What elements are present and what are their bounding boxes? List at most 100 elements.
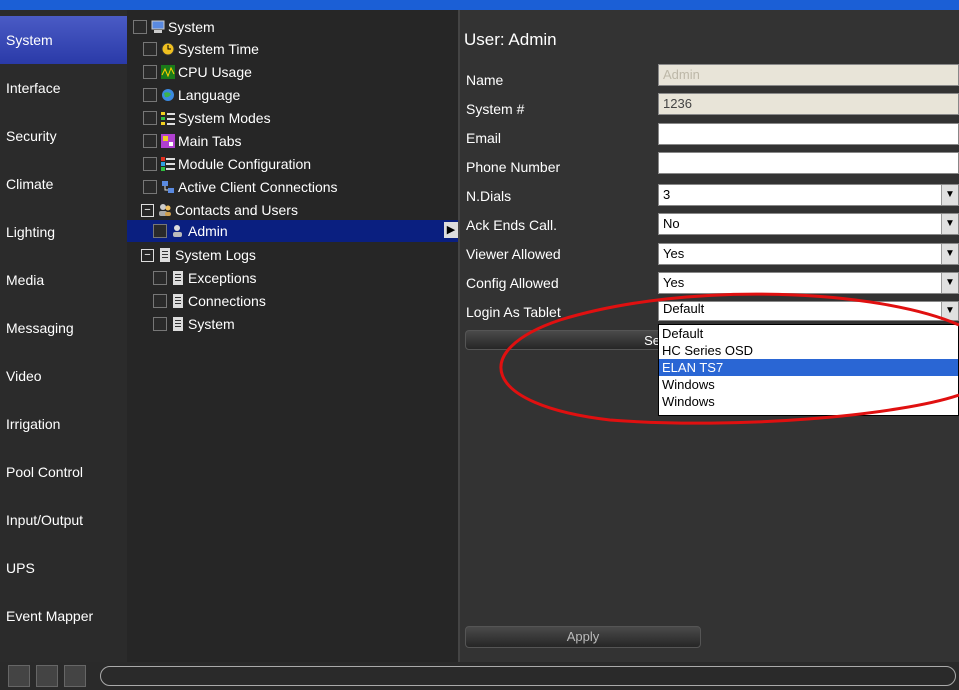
tree-item-system-log[interactable]: System	[153, 313, 235, 335]
modes-list-icon	[161, 111, 175, 125]
cpu-graph-icon	[161, 65, 175, 79]
collapse-icon[interactable]: −	[141, 248, 154, 262]
tree-item-label: System Modes	[178, 110, 271, 126]
tree-item-module-configuration[interactable]: Module Configuration	[143, 153, 311, 175]
tree-checkbox[interactable]	[153, 317, 167, 331]
dropdown-arrow-icon[interactable]: ▼	[941, 273, 958, 293]
nav-item-climate[interactable]: Climate	[0, 160, 127, 208]
tree-checkbox[interactable]	[143, 134, 157, 148]
phone-number-field[interactable]	[658, 152, 959, 174]
tree-item-main-tabs[interactable]: Main Tabs	[143, 130, 242, 152]
dropdown-arrow-icon[interactable]: ▼	[941, 214, 958, 234]
dropdown-option-highlighted[interactable]: ELAN TS7	[659, 359, 958, 376]
system-number-field[interactable]: 1236	[658, 93, 959, 115]
dropdown-option[interactable]: Default	[659, 325, 958, 342]
tree-item-system[interactable]: System	[133, 16, 215, 38]
tree-item-label: Connections	[188, 293, 266, 309]
nav-item-messaging[interactable]: Messaging	[0, 304, 127, 352]
tree-checkbox[interactable]	[143, 42, 157, 56]
tree-checkbox[interactable]	[133, 20, 147, 34]
phone-number-label: Phone Number	[466, 159, 561, 175]
nav-item-event-mapper[interactable]: Event Mapper	[0, 592, 127, 640]
ack-ends-call-select[interactable]: No ▼	[658, 213, 959, 235]
tree-item-system-logs[interactable]: − System Logs	[141, 244, 256, 266]
bottom-cell[interactable]	[8, 665, 30, 687]
collapse-icon[interactable]: −	[141, 203, 154, 217]
tree-item-label: Admin	[188, 223, 228, 239]
config-allowed-label: Config Allowed	[466, 275, 559, 291]
log-document-icon	[171, 294, 185, 308]
tree-item-label: CPU Usage	[178, 64, 252, 80]
nav-item-irrigation[interactable]: Irrigation	[0, 400, 127, 448]
tree-item-system-time[interactable]: System Time	[143, 38, 259, 60]
nav-item-video[interactable]: Video	[0, 352, 127, 400]
nav-item-input-output[interactable]: Input/Output	[0, 496, 127, 544]
main-nav: System Interface Security Climate Lighti…	[0, 10, 127, 662]
tree-item-cpu-usage[interactable]: CPU Usage	[143, 61, 252, 83]
tree-item-active-client-connections[interactable]: Active Client Connections	[143, 176, 338, 198]
ack-value: No	[663, 216, 680, 231]
config-tree: System System Time CPU Usage Language Sy…	[127, 10, 460, 662]
tree-item-label: System Time	[178, 41, 259, 57]
tree-item-label: System	[168, 19, 215, 35]
horizontal-scrollbar[interactable]	[100, 666, 956, 686]
tabs-icon	[161, 134, 175, 148]
dropdown-arrow-icon[interactable]: ▼	[941, 244, 958, 264]
tree-checkbox[interactable]	[143, 111, 157, 125]
log-document-icon	[171, 271, 185, 285]
login-as-tablet-label: Login As Tablet	[466, 304, 561, 320]
dropdown-arrow-icon[interactable]: ▼	[941, 302, 958, 320]
globe-icon	[161, 88, 175, 102]
users-icon	[158, 203, 172, 217]
apply-button[interactable]: Apply	[465, 626, 701, 648]
computer-icon	[151, 20, 165, 34]
tree-item-label: Language	[178, 87, 241, 103]
bottom-bar	[0, 662, 959, 690]
name-label: Name	[466, 72, 504, 88]
nav-item-ups[interactable]: UPS	[0, 544, 127, 592]
viewer-value: Yes	[663, 246, 685, 261]
tree-item-exceptions[interactable]: Exceptions	[153, 267, 256, 289]
tree-item-admin[interactable]: Admin ▶	[127, 220, 458, 242]
tree-checkbox[interactable]	[153, 294, 167, 308]
login-value: Default	[663, 301, 705, 316]
nav-item-interface[interactable]: Interface	[0, 64, 127, 112]
config-allowed-select[interactable]: Yes ▼	[658, 272, 959, 294]
dropdown-option[interactable]: HC Series OSD	[659, 342, 958, 359]
dropdown-option[interactable]: Windows	[659, 376, 958, 393]
nav-item-security[interactable]: Security	[0, 112, 127, 160]
send-button[interactable]: Se	[465, 330, 665, 350]
login-as-tablet-options: Default HC Series OSD ELAN TS7 Windows W…	[658, 324, 959, 416]
tree-item-label: System	[188, 316, 235, 332]
tree-item-contacts-and-users[interactable]: − Contacts and Users	[141, 199, 298, 221]
tree-checkbox[interactable]	[143, 157, 157, 171]
bottom-cell[interactable]	[36, 665, 58, 687]
bottom-cell[interactable]	[64, 665, 86, 687]
tree-checkbox[interactable]	[143, 65, 157, 79]
viewer-allowed-label: Viewer Allowed	[466, 246, 561, 262]
dropdown-option[interactable]: Windows	[659, 393, 958, 410]
tree-checkbox[interactable]	[153, 271, 167, 285]
tree-checkbox[interactable]	[143, 180, 157, 194]
tree-item-system-modes[interactable]: System Modes	[143, 107, 271, 129]
login-as-tablet-select[interactable]: Default ▼	[658, 301, 959, 321]
ndials-label: N.Dials	[466, 188, 512, 204]
user-icon	[171, 224, 185, 238]
page-title: User: Admin	[464, 30, 557, 49]
ndials-select[interactable]: 3 ▼	[658, 184, 959, 206]
nav-item-lighting[interactable]: Lighting	[0, 208, 127, 256]
tree-item-language[interactable]: Language	[143, 84, 240, 106]
name-field[interactable]: Admin	[658, 64, 959, 86]
config-value: Yes	[663, 275, 685, 290]
nav-item-system[interactable]: System	[0, 16, 127, 64]
viewer-allowed-select[interactable]: Yes ▼	[658, 243, 959, 265]
email-field[interactable]	[658, 123, 959, 145]
email-label: Email	[466, 130, 502, 146]
tree-checkbox[interactable]	[153, 224, 167, 238]
nav-item-media[interactable]: Media	[0, 256, 127, 304]
dropdown-arrow-icon[interactable]: ▼	[941, 185, 958, 205]
tree-item-connections[interactable]: Connections	[153, 290, 266, 312]
play-arrow-icon[interactable]: ▶	[444, 222, 458, 238]
tree-checkbox[interactable]	[143, 88, 157, 102]
nav-item-pool-control[interactable]: Pool Control	[0, 448, 127, 496]
